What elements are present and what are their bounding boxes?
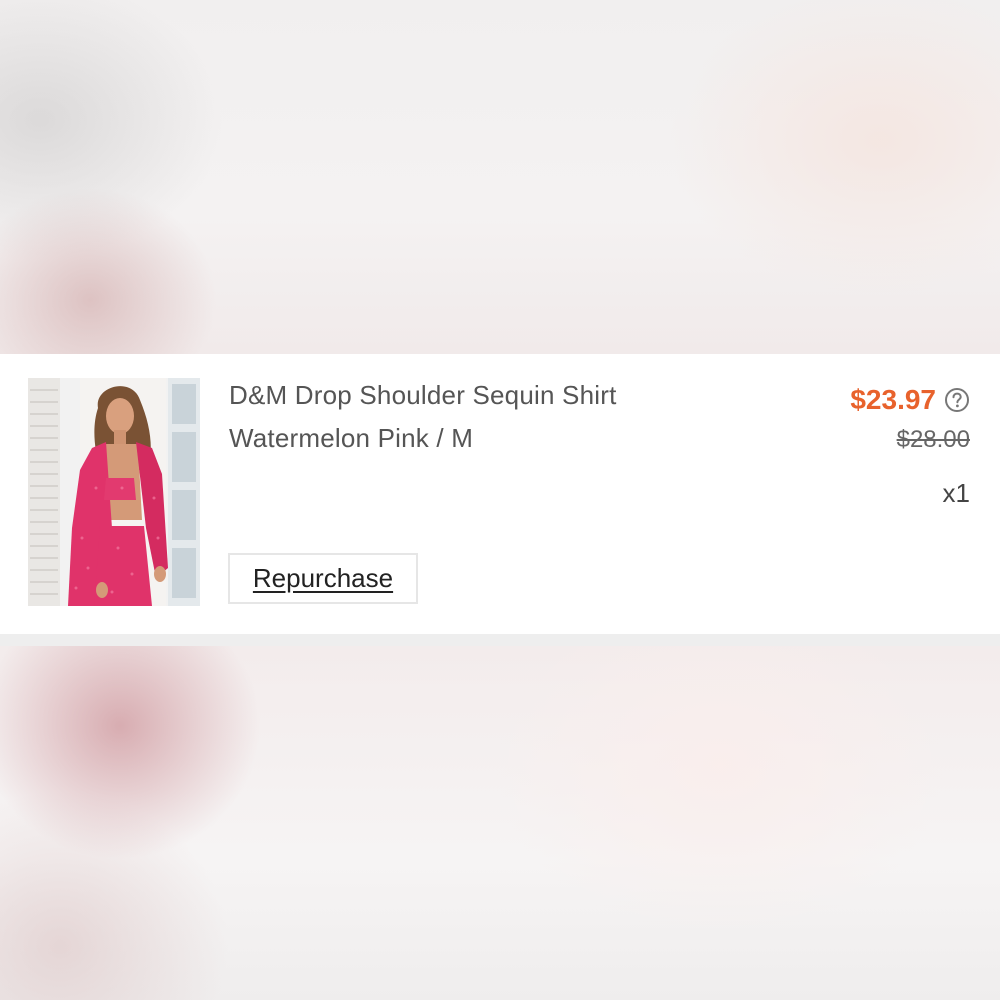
question-circle-icon[interactable]	[944, 387, 970, 413]
repurchase-button[interactable]: Repurchase	[228, 553, 418, 604]
order-item-card: D&M Drop Shoulder Sequin Shirt Watermelo…	[0, 354, 1000, 634]
product-image[interactable]	[28, 378, 200, 606]
sale-price: $23.97	[850, 384, 936, 415]
blurred-background-top	[0, 0, 1000, 354]
blurred-background-bottom	[0, 646, 1000, 1000]
product-title[interactable]: D&M Drop Shoulder Sequin Shirt	[229, 380, 617, 411]
order-screen: D&M Drop Shoulder Sequin Shirt Watermelo…	[0, 0, 1000, 1000]
product-variant: Watermelon Pink / M	[229, 423, 474, 453]
quantity: x1	[942, 478, 970, 508]
price-row: $23.97	[850, 384, 970, 416]
original-price: $28.00	[896, 426, 970, 453]
section-divider	[0, 634, 1000, 646]
